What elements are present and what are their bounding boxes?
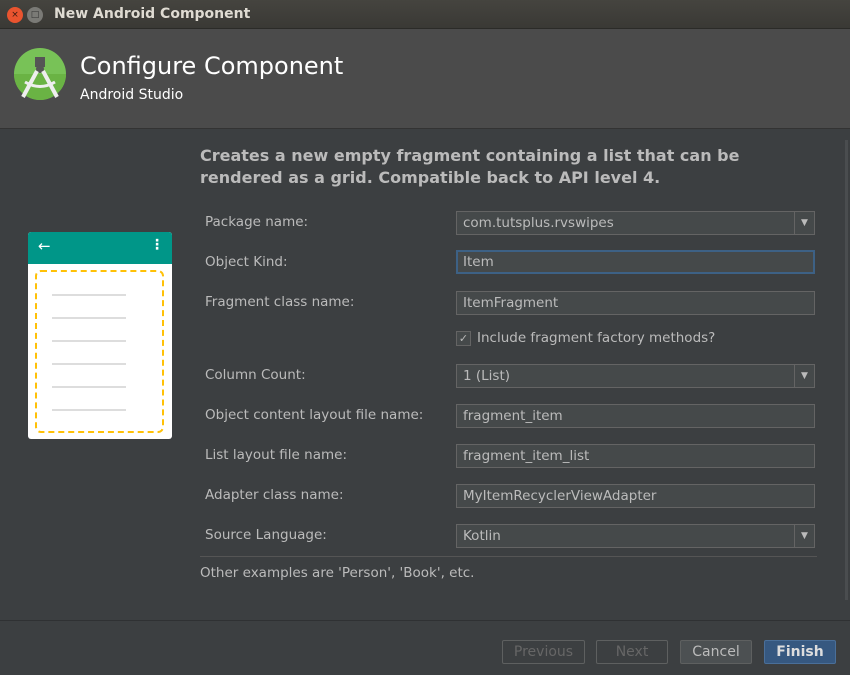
- divider: [200, 556, 817, 557]
- list-placeholder: [35, 270, 164, 433]
- list-layout-input[interactable]: fragment_item_list: [456, 444, 815, 468]
- page-title: Configure Component: [80, 52, 344, 80]
- chevron-down-icon[interactable]: ▼: [794, 212, 814, 234]
- factory-methods-label[interactable]: Include fragment factory methods?: [477, 330, 715, 346]
- header: Configure Component Android Studio: [0, 29, 850, 129]
- object-kind-label: Object Kind:: [205, 254, 288, 270]
- content-layout-label: Object content layout file name:: [205, 407, 424, 423]
- source-language-value: Kotlin: [463, 528, 501, 544]
- android-studio-logo-icon: [14, 48, 66, 100]
- package-name-select[interactable]: com.tutsplus.rvswipes ▼: [456, 211, 815, 235]
- preview-image: ← ⋮: [28, 232, 172, 439]
- package-name-label: Package name:: [205, 214, 309, 230]
- back-arrow-icon: ←: [38, 237, 51, 255]
- object-kind-input[interactable]: Item: [456, 250, 815, 274]
- fragment-class-label: Fragment class name:: [205, 294, 355, 310]
- fragment-class-input[interactable]: ItemFragment: [456, 291, 815, 315]
- list-layout-label: List layout file name:: [205, 447, 347, 463]
- page-subtitle: Android Studio: [80, 87, 184, 103]
- previous-button[interactable]: Previous: [502, 640, 585, 664]
- description: Creates a new empty fragment containing …: [200, 146, 740, 187]
- chevron-down-icon[interactable]: ▼: [794, 525, 814, 547]
- hint-text: Other examples are 'Person', 'Book', etc…: [200, 565, 475, 581]
- column-count-value: 1 (List): [463, 368, 511, 384]
- adapter-class-input[interactable]: MyItemRecyclerViewAdapter: [456, 484, 815, 508]
- finish-button[interactable]: Finish: [764, 640, 836, 664]
- close-icon[interactable]: ×: [7, 7, 23, 23]
- source-language-label: Source Language:: [205, 527, 327, 543]
- column-count-select[interactable]: 1 (List) ▼: [456, 364, 815, 388]
- more-vert-icon: ⋮: [150, 237, 164, 253]
- adapter-class-label: Adapter class name:: [205, 487, 344, 503]
- next-button[interactable]: Next: [596, 640, 668, 664]
- cancel-button[interactable]: Cancel: [680, 640, 752, 664]
- source-language-select[interactable]: Kotlin ▼: [456, 524, 815, 548]
- factory-methods-checkbox[interactable]: ✓: [456, 331, 471, 346]
- footer-divider: [0, 620, 850, 621]
- minimize-icon[interactable]: □: [27, 7, 43, 23]
- content-layout-input[interactable]: fragment_item: [456, 404, 815, 428]
- chevron-down-icon[interactable]: ▼: [794, 365, 814, 387]
- column-count-label: Column Count:: [205, 367, 306, 383]
- window-title: New Android Component: [54, 6, 251, 22]
- scrollbar[interactable]: [845, 140, 848, 600]
- package-name-value: com.tutsplus.rvswipes: [463, 215, 614, 231]
- title-bar: × □ New Android Component: [0, 0, 850, 29]
